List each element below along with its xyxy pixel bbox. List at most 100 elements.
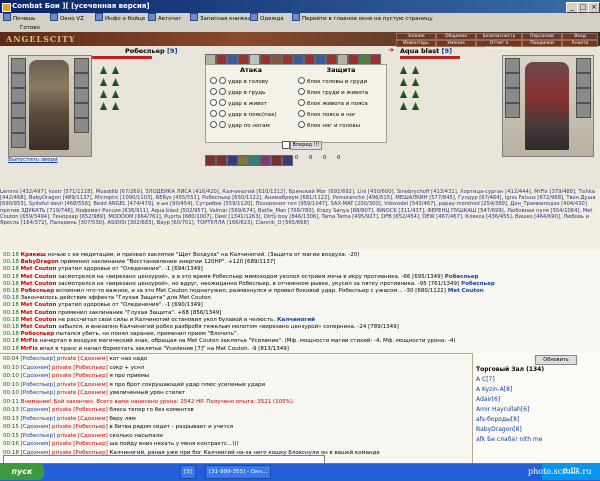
chat-recipient[interactable]: private [Сдохнем] [57, 382, 108, 388]
right-fighter-name[interactable]: Aqua blast [9] [400, 47, 452, 55]
log-actor[interactable]: Met Couton [21, 281, 57, 287]
defense-option-3[interactable]: блок пояса и ног [298, 110, 356, 119]
helmet-slot[interactable] [11, 58, 26, 73]
nav-bottom-1[interactable]: Умения [436, 40, 476, 47]
log-actor[interactable]: MrFix [21, 346, 38, 352]
chat-sender[interactable]: [Робеспьер] [21, 416, 56, 422]
attack-option-0[interactable]: удар в голову [210, 77, 268, 86]
chat-recipient[interactable]: private [Робеспьер] [52, 407, 108, 413]
left-fighter-name[interactable]: Робеспьер [9] [125, 47, 177, 55]
chat-recipient[interactable]: private [Сдохнем] [57, 433, 108, 439]
nav-bottom-0[interactable]: Инвентарь [396, 40, 436, 47]
room-user[interactable]: A Kyzin-A[8] [476, 385, 512, 394]
start-button[interactable]: пуск [0, 463, 44, 480]
forward-button[interactable]: Вперед !!! [290, 141, 322, 150]
nav-top-1[interactable]: Общение [436, 33, 476, 40]
task-item-1[interactable]: [31-999-355] - Окн... [205, 465, 272, 479]
log-target[interactable]: Робеспьер [445, 274, 479, 280]
belt-slot[interactable] [11, 118, 26, 133]
log-actor[interactable]: Крякиш [21, 252, 46, 258]
chat-sender[interactable]: [Робеспьер] [21, 433, 56, 439]
chat-sender[interactable]: [Сдохнем] [21, 407, 51, 413]
log-actor[interactable]: Met Couton [21, 324, 57, 330]
room-user[interactable]: BabyDragon[8] [476, 425, 522, 434]
chat-sender[interactable]: [Сдохнем] [21, 424, 51, 430]
log-actor[interactable]: Робеспьер [21, 331, 55, 337]
chat-sender[interactable]: [Робеспьер] [21, 390, 56, 396]
log-actor[interactable]: BabyDragon [21, 259, 59, 265]
toolbar-item-4[interactable]: Записная книжка [190, 13, 251, 24]
nav-top-4[interactable]: Вход [562, 33, 598, 40]
attack-option-4[interactable]: удар по ногам [210, 121, 270, 130]
confirm-checkbox[interactable] [282, 141, 290, 149]
room-user[interactable]: Amir Hayrullah[6] [476, 405, 529, 414]
toolbar-item-3[interactable]: Авточат [148, 13, 181, 24]
toolbar-item-5[interactable]: Одежда [250, 13, 284, 24]
log-actor[interactable]: Met Couton [21, 302, 57, 308]
room-user[interactable]: afk Бе слаба! nith me [476, 435, 542, 444]
boots-slot[interactable] [11, 133, 26, 148]
ring-slot[interactable] [74, 58, 89, 73]
chat-recipient[interactable]: private [Сдохнем] [57, 416, 108, 422]
gloves-slot[interactable] [74, 73, 89, 88]
room-user[interactable]: afs-бороды[8] [476, 415, 519, 424]
chat-sender[interactable]: [Сдохнем] [21, 441, 51, 447]
log-target[interactable]: Met Couton [448, 288, 484, 294]
chat-recipient[interactable]: private [Робеспьер] [52, 373, 108, 379]
refresh-button[interactable]: Обновить [535, 355, 577, 365]
chat-sender[interactable]: [Робеспьер] [21, 356, 56, 362]
chat-sender[interactable]: [Робеспьер] [21, 382, 56, 388]
log-actor[interactable]: Met Couton [21, 274, 57, 280]
attack-option-1[interactable]: удар в грудь [210, 88, 265, 97]
toolbar-item-6[interactable]: Перейти в главное окне на пустую страниц… [292, 13, 433, 24]
defense-option-4[interactable]: блок ног и головы [298, 121, 360, 130]
release-link[interactable]: Выпустить звери [8, 157, 58, 163]
right-shield-slot[interactable] [576, 73, 591, 88]
nav-top-2[interactable]: Безопасность [476, 33, 522, 40]
right-belt-slot[interactable] [505, 103, 520, 118]
toolbar-item-1[interactable]: Окно VZ [50, 13, 84, 24]
nav-top-3[interactable]: Персонаж [522, 33, 562, 40]
nav-top-0[interactable]: Знания [396, 33, 436, 40]
chat-recipient[interactable]: private [Робеспьер] [52, 365, 108, 371]
chat-recipient[interactable]: private [Робеспьер] [52, 424, 108, 430]
log-target[interactable]: Калчиногий [277, 317, 315, 323]
defense-option-2[interactable]: блок живота и пояса [298, 99, 368, 108]
right-gloves-slot[interactable] [576, 88, 591, 103]
right-armor-slot[interactable] [505, 88, 520, 103]
chat-recipient[interactable]: private [Сдохнем] [57, 356, 108, 362]
log-actor[interactable]: Met Couton [21, 266, 57, 272]
right-boots-slot[interactable] [576, 103, 591, 118]
right-weapon-slot[interactable] [505, 73, 520, 88]
log-actor[interactable]: MrFix [21, 338, 38, 344]
right-ring-slot[interactable] [576, 58, 591, 73]
log-actor[interactable]: Робеспьер [21, 288, 55, 294]
attack-option-2[interactable]: удар в живот [210, 99, 267, 108]
nav-bottom-4[interactable]: Анкета [562, 40, 598, 47]
chat-sender[interactable]: [Сдохнем] [21, 365, 51, 371]
chat-sender[interactable]: [Сдохнем] [21, 373, 51, 379]
defense-option-1[interactable]: блок груди и живота [298, 88, 368, 97]
necklace-slot[interactable] [11, 73, 26, 88]
log-actor[interactable]: Met Couton [21, 317, 57, 323]
attack-option-3[interactable]: удар в пояс(пах) [210, 110, 276, 119]
log-target[interactable]: Робеспьер [461, 281, 495, 287]
room-user[interactable]: Adair[6] [476, 395, 500, 404]
close-button[interactable]: × [588, 2, 600, 13]
legs-slot[interactable] [74, 103, 89, 118]
target-arrow-icon[interactable]: ➔ [388, 47, 396, 54]
task-item-0[interactable]: [3] [180, 465, 196, 479]
defense-option-0[interactable]: блок головы и груди [298, 77, 367, 86]
shield-slot[interactable] [74, 88, 89, 103]
nav-bottom-3[interactable]: Поединки [522, 40, 562, 47]
weapon-slot[interactable] [11, 88, 26, 103]
chat-recipient[interactable]: private [Робеспьер] [52, 441, 108, 447]
right-helmet-slot[interactable] [505, 58, 520, 73]
nav-bottom-2[interactable]: Отчет о персонаже [476, 40, 522, 51]
toolbar-item-2[interactable]: Инфо о бойце [95, 13, 145, 24]
bracers-slot[interactable] [74, 118, 89, 133]
log-actor[interactable]: Met Couton [21, 310, 57, 316]
toolbar-item-0[interactable]: Почешь [3, 13, 35, 24]
room-user[interactable]: A C[7] [476, 375, 495, 384]
chat-recipient[interactable]: private [Сдохнем] [57, 390, 108, 396]
